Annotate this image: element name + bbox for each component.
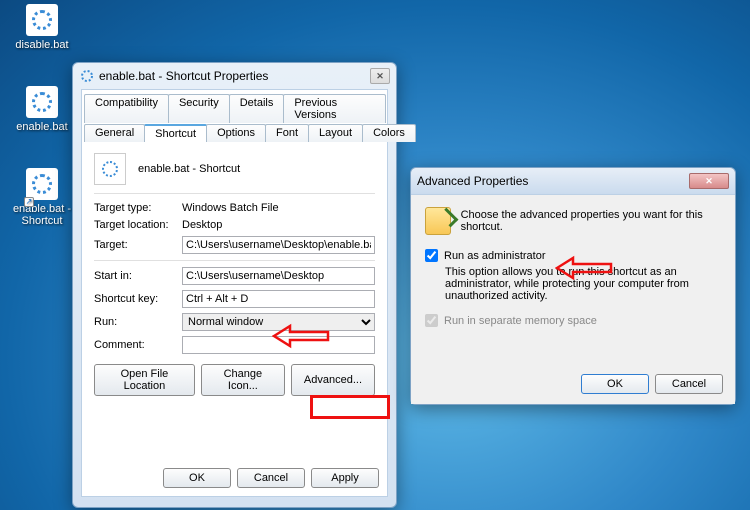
comment-label: Comment: <box>94 339 182 351</box>
cancel-button[interactable]: Cancel <box>237 468 305 488</box>
tabs-row-upper: Compatibility Security Details Previous … <box>82 90 387 124</box>
run-label: Run: <box>94 316 182 328</box>
titlebar[interactable]: enable.bat - Shortcut Properties ✕ <box>73 63 396 89</box>
tab-general[interactable]: General <box>84 124 145 142</box>
folder-shortcut-icon <box>425 207 451 235</box>
target-location-value: Desktop <box>182 219 375 231</box>
advanced-properties-dialog: Advanced Properties ✕ Choose the advance… <box>410 167 736 405</box>
titlebar[interactable]: Advanced Properties ✕ <box>411 168 735 194</box>
desktop-icon-label: enable.bat - Shortcut <box>13 203 71 227</box>
run-as-admin-description: This option allows you to run this short… <box>445 266 705 302</box>
target-label: Target: <box>94 239 182 251</box>
target-type-value: Windows Batch File <box>182 202 375 214</box>
tabs-row-lower: General Shortcut Options Font Layout Col… <box>82 124 387 143</box>
target-input[interactable] <box>182 236 375 254</box>
desktop-icon-enable[interactable]: enable.bat <box>4 86 80 133</box>
change-icon-button[interactable]: Change Icon... <box>201 364 285 396</box>
tab-previous-versions[interactable]: Previous Versions <box>283 94 386 123</box>
comment-input[interactable] <box>182 336 375 354</box>
window-title: enable.bat - Shortcut Properties <box>99 69 370 83</box>
file-name: enable.bat - Shortcut <box>138 163 240 175</box>
ok-button[interactable]: OK <box>581 374 649 394</box>
apply-button[interactable]: Apply <box>311 468 379 488</box>
batch-file-icon <box>26 4 58 36</box>
tab-font[interactable]: Font <box>265 124 309 142</box>
tab-security[interactable]: Security <box>168 94 230 123</box>
desktop-icon-label: enable.bat <box>16 121 67 133</box>
shortcut-properties-dialog: enable.bat - Shortcut Properties ✕ Compa… <box>72 62 397 508</box>
tab-compatibility[interactable]: Compatibility <box>84 94 169 123</box>
shortcut-key-label: Shortcut key: <box>94 293 182 305</box>
tab-layout[interactable]: Layout <box>308 124 363 142</box>
desktop-icon-disable[interactable]: disable.bat <box>4 4 80 51</box>
start-in-input[interactable] <box>182 267 375 285</box>
window-title: Advanced Properties <box>417 174 689 188</box>
tab-panel-shortcut: enable.bat - Shortcut Target type: Windo… <box>82 143 387 459</box>
run-as-admin-label: Run as administrator <box>444 250 546 262</box>
tab-shortcut[interactable]: Shortcut <box>144 124 207 142</box>
desktop-icon-label: disable.bat <box>15 39 68 51</box>
shortcut-key-input[interactable] <box>182 290 375 308</box>
run-select[interactable]: Normal window <box>182 313 375 331</box>
advanced-intro-text: Choose the advanced properties you want … <box>461 209 721 233</box>
run-separate-memory-label: Run in separate memory space <box>444 315 597 327</box>
target-location-label: Target location: <box>94 219 182 231</box>
window-icon <box>79 68 95 84</box>
close-button[interactable]: ✕ <box>689 173 729 189</box>
batch-file-icon <box>26 86 58 118</box>
close-button[interactable]: ✕ <box>370 68 390 84</box>
shortcut-overlay-icon: ↗ <box>24 197 34 207</box>
ok-button[interactable]: OK <box>163 468 231 488</box>
open-file-location-button[interactable]: Open File Location <box>94 364 195 396</box>
tab-colors[interactable]: Colors <box>362 124 416 142</box>
start-in-label: Start in: <box>94 270 182 282</box>
desktop-icon-enable-shortcut[interactable]: ↗ enable.bat - Shortcut <box>4 168 80 227</box>
run-separate-memory-checkbox <box>425 314 438 327</box>
tab-details[interactable]: Details <box>229 94 285 123</box>
tab-options[interactable]: Options <box>206 124 266 142</box>
cancel-button[interactable]: Cancel <box>655 374 723 394</box>
advanced-button[interactable]: Advanced... <box>291 364 375 396</box>
target-type-label: Target type: <box>94 202 182 214</box>
batch-file-icon <box>26 168 58 200</box>
run-as-admin-checkbox[interactable] <box>425 249 438 262</box>
file-type-icon <box>94 153 126 185</box>
